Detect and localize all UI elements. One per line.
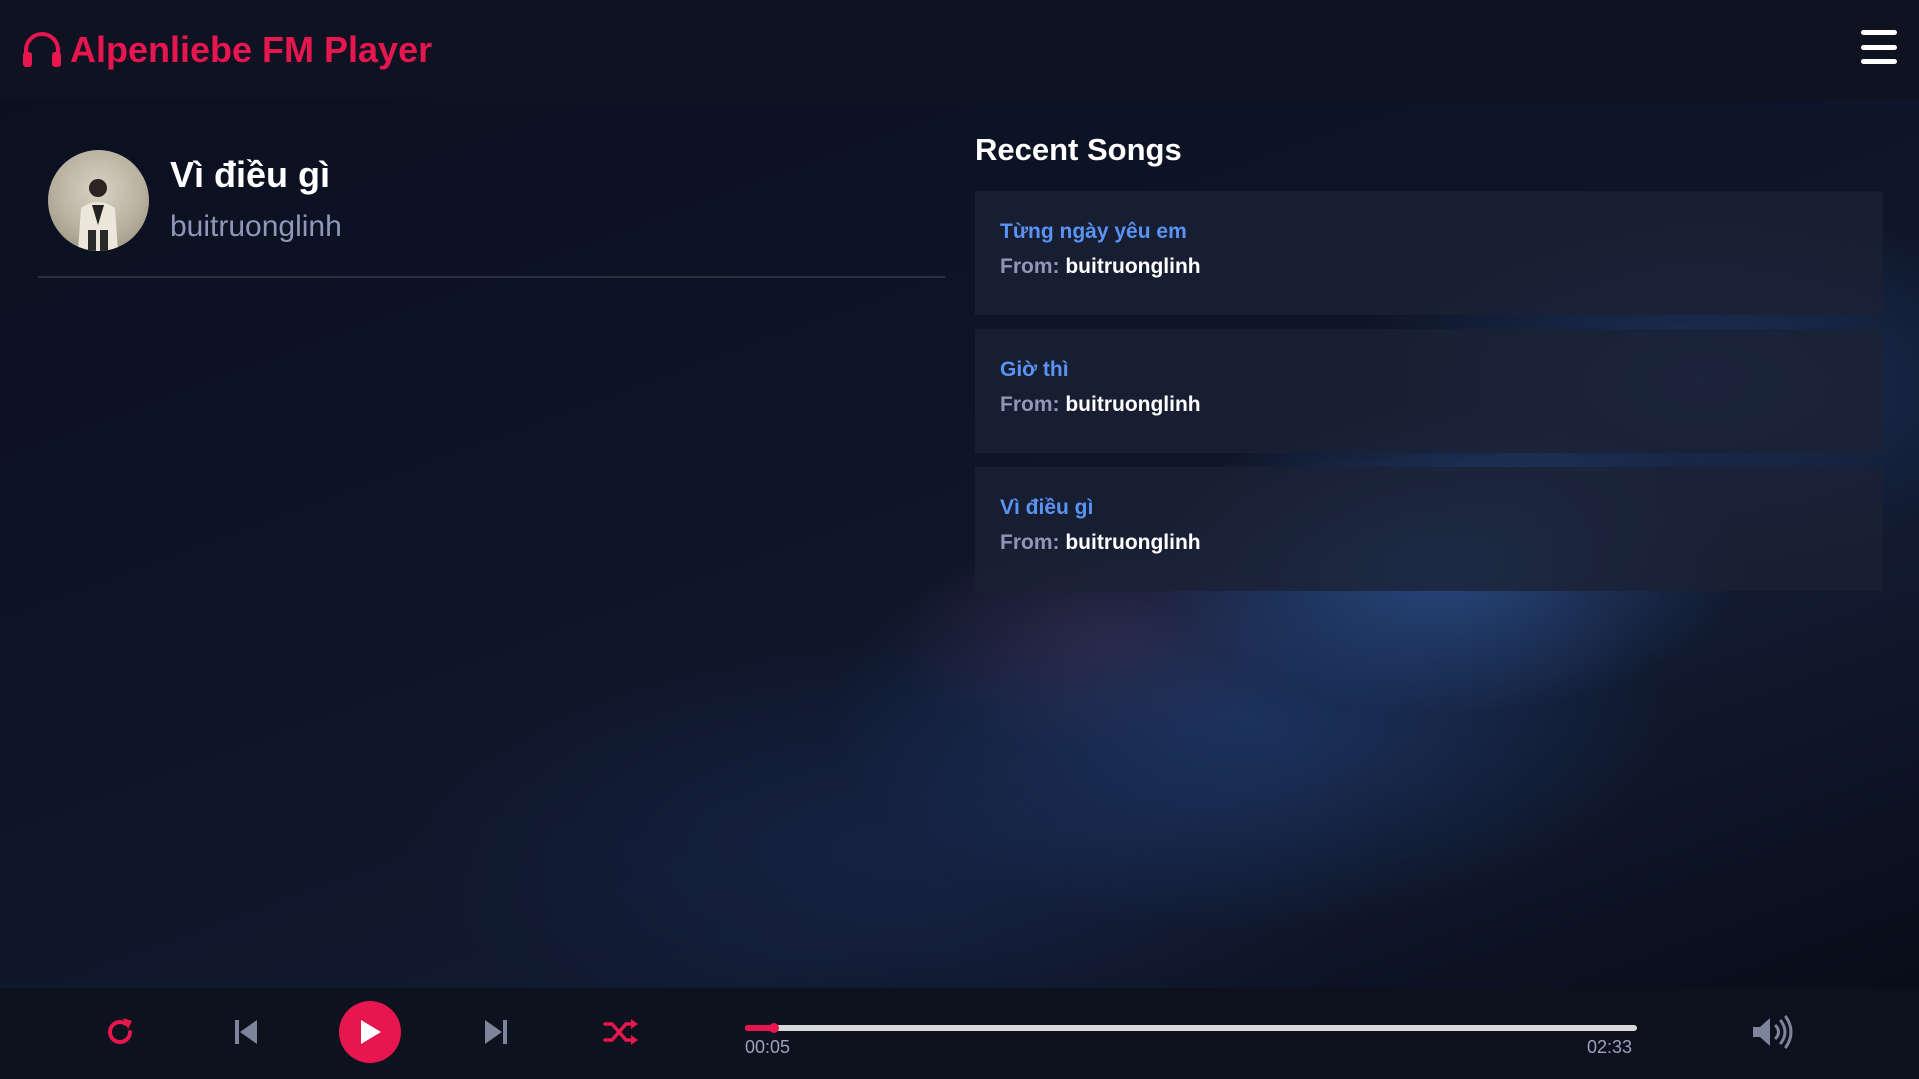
recent-songs-panel: Recent Songs Từng ngày yêu em From: buit… [975, 128, 1883, 605]
from-label: From: [1000, 393, 1060, 416]
skip-next-icon [485, 1020, 507, 1044]
current-time: 00:05 [745, 1037, 791, 1057]
now-playing-panel: Vì điều gì buitruonglinh [38, 146, 945, 278]
repeat-button[interactable] [100, 1012, 140, 1052]
recent-song-title[interactable]: Vì điều gì [1000, 493, 1858, 523]
from-label: From: [1000, 531, 1060, 554]
volume-button[interactable] [1750, 1012, 1796, 1052]
recent-song-title[interactable]: Từng ngày yêu em [1000, 217, 1858, 247]
recent-song-item[interactable]: Giờ thì From: buitruonglinh [975, 329, 1883, 453]
recent-song-from: From: buitruonglinh [1000, 390, 1858, 420]
recent-songs-heading: Recent Songs [975, 132, 1182, 167]
previous-button[interactable] [226, 1012, 266, 1052]
from-artist: buitruonglinh [1065, 255, 1201, 278]
shuffle-button[interactable] [601, 1012, 641, 1052]
from-artist: buitruonglinh [1065, 393, 1201, 416]
now-playing-artist: buitruonglinh [170, 210, 342, 243]
recent-song-title[interactable]: Giờ thì [1000, 355, 1858, 385]
progress-handle[interactable] [769, 1023, 780, 1033]
now-playing-title: Vì điều gì [170, 154, 331, 195]
avatar-art [78, 179, 118, 251]
play-icon [361, 1020, 381, 1044]
shuffle-icon [603, 1019, 638, 1045]
play-button[interactable] [339, 1001, 401, 1063]
skip-previous-icon [235, 1020, 257, 1044]
next-button[interactable] [476, 1012, 516, 1052]
recent-song-from: From: buitruonglinh [1000, 252, 1858, 282]
recent-song-from: From: buitruonglinh [1000, 528, 1858, 558]
recent-song-item[interactable]: Từng ngày yêu em From: buitruonglinh [975, 191, 1883, 315]
hamburger-menu-icon[interactable] [1861, 30, 1897, 64]
headphones-icon [23, 31, 61, 67]
total-duration: 02:33 [1587, 1037, 1633, 1057]
top-header: Alpenliebe FM Player [0, 0, 1919, 99]
menu-line [1861, 30, 1897, 35]
from-artist: buitruonglinh [1065, 531, 1201, 554]
progress-slider[interactable] [745, 1023, 1637, 1033]
app-brand[interactable]: Alpenliebe FM Player [22, 29, 432, 71]
recent-song-item[interactable]: Vì điều gì From: buitruonglinh [975, 467, 1883, 591]
from-label: From: [1000, 255, 1060, 278]
menu-line [1861, 59, 1897, 64]
album-cover-avatar [48, 150, 149, 251]
volume-icon [1753, 1015, 1793, 1049]
app-title: Alpenliebe FM Player [70, 28, 433, 70]
menu-line [1861, 44, 1897, 50]
player-controls-bar: 00:05 02:33 [0, 988, 1919, 1079]
repeat-icon [108, 1018, 132, 1044]
